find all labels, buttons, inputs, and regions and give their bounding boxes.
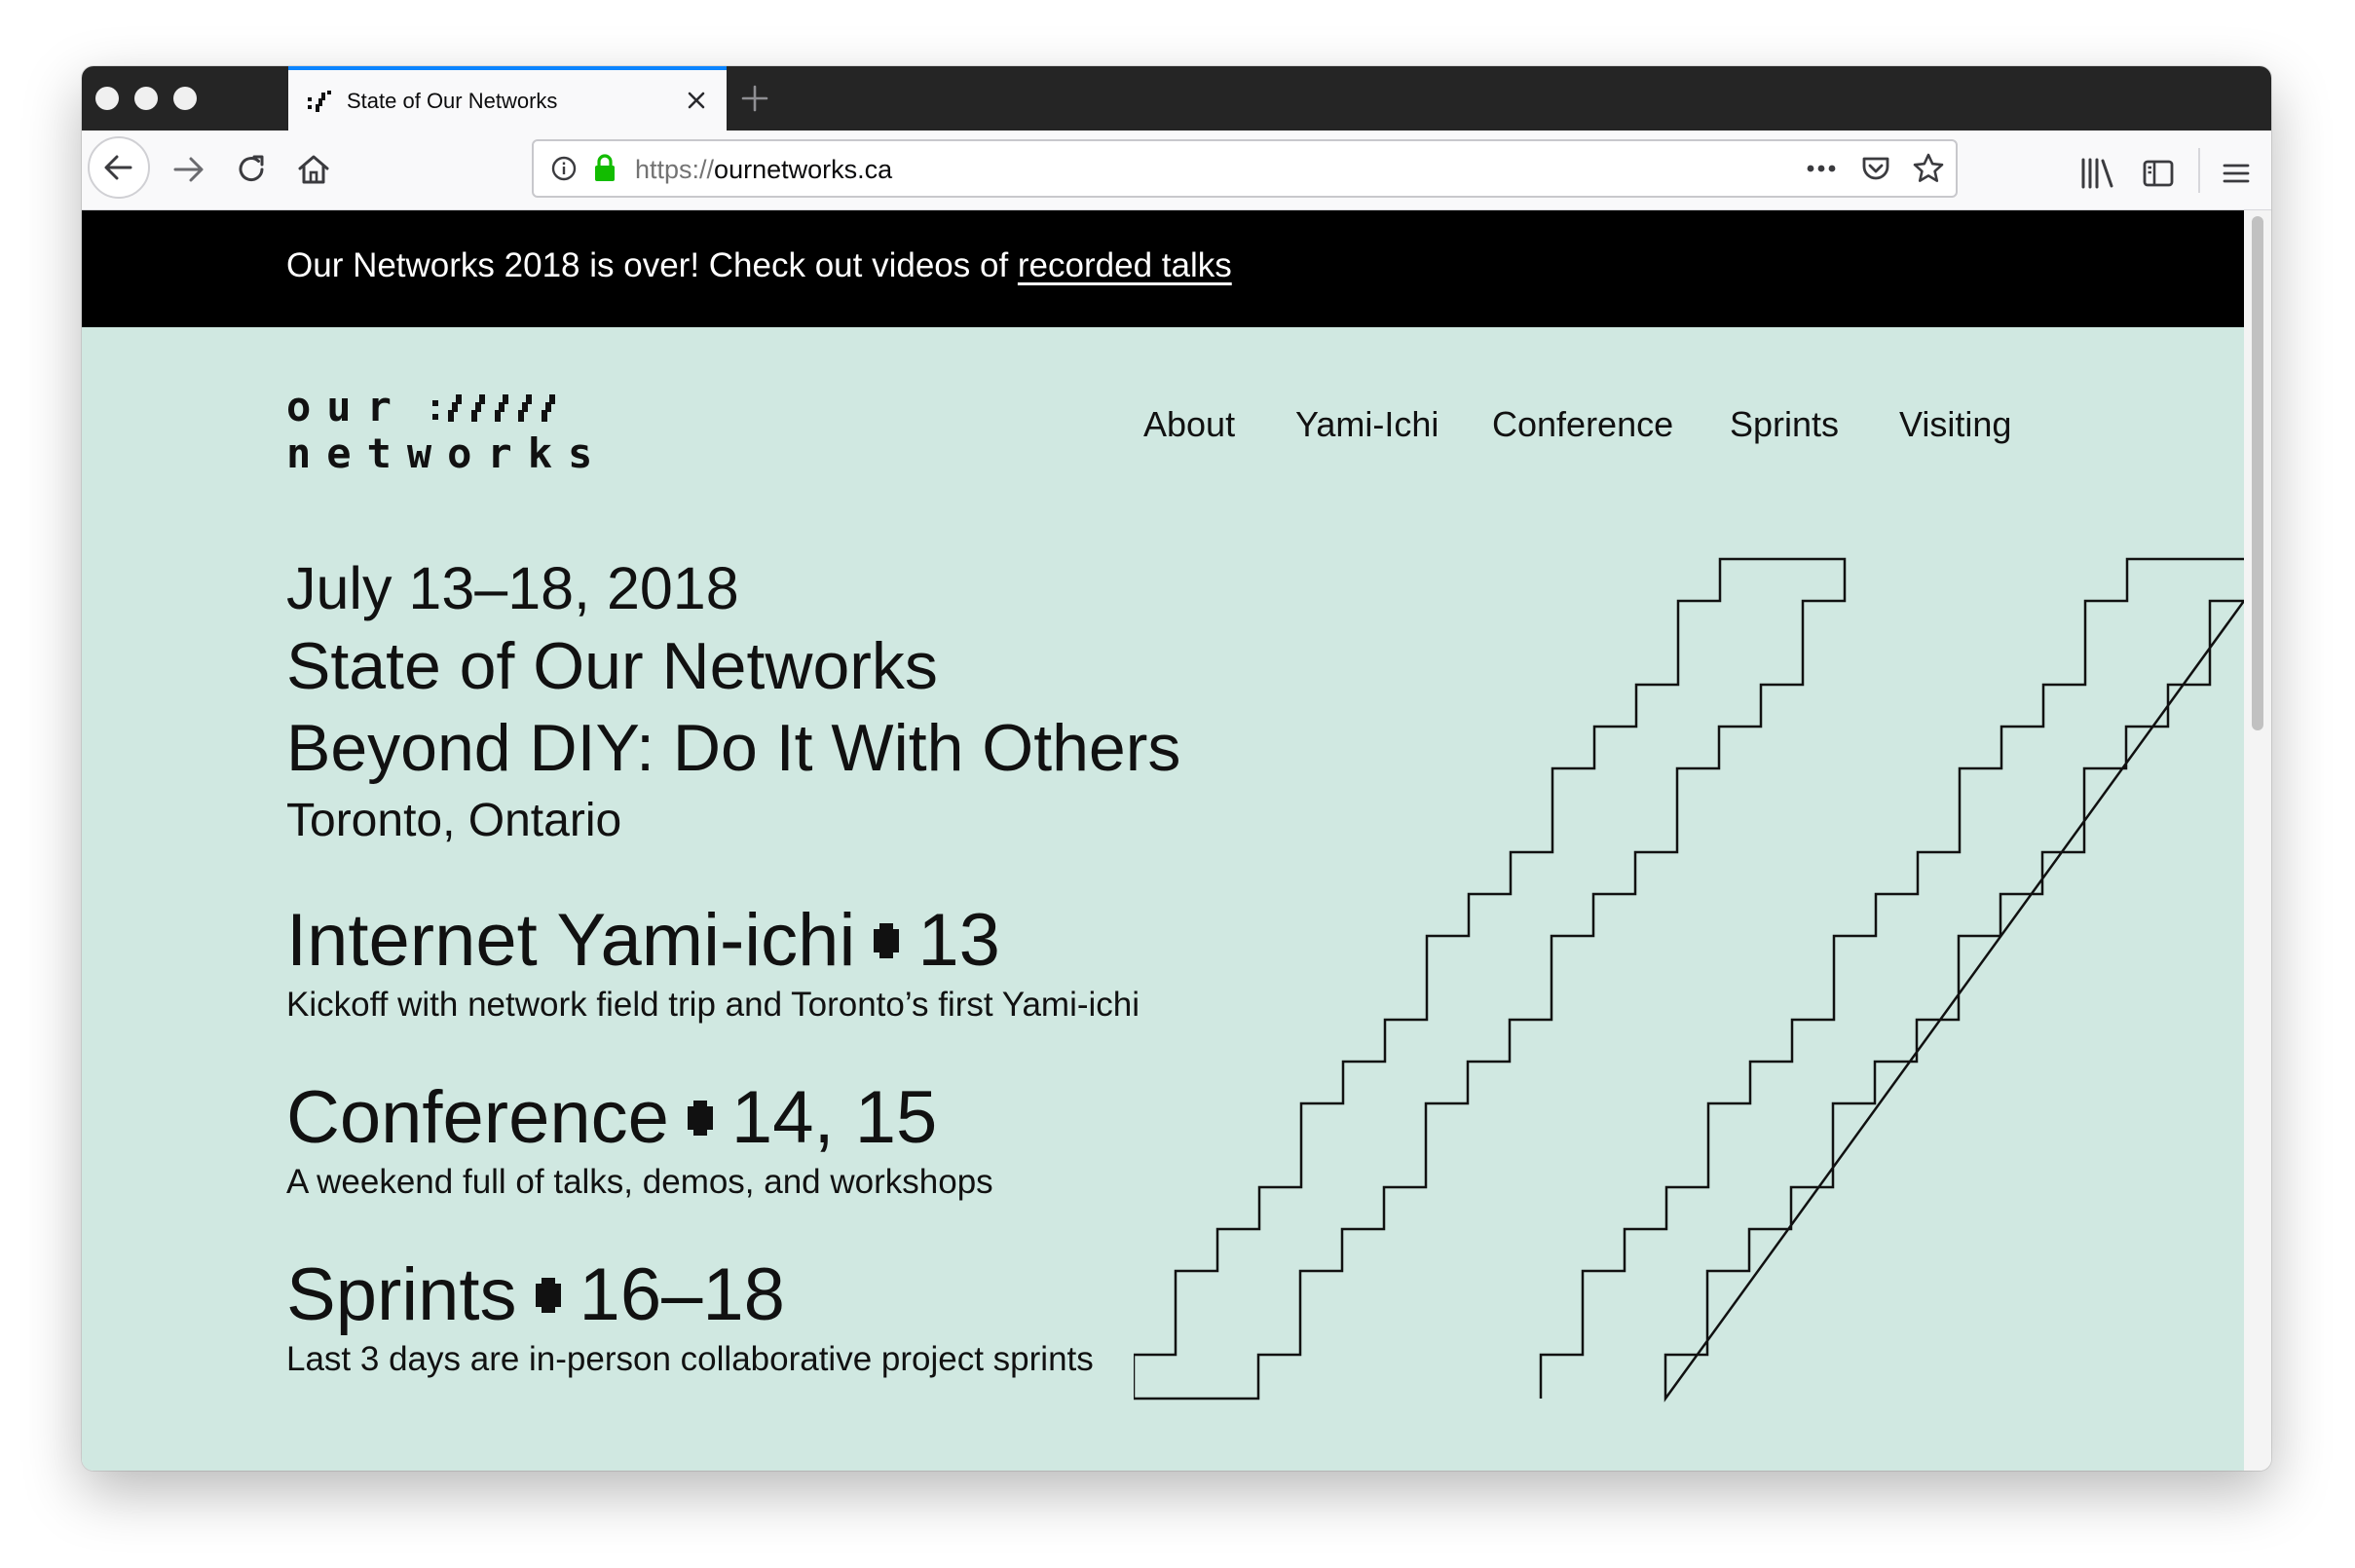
pocket-icon[interactable]: [1859, 152, 1892, 185]
event-description: A weekend full of talks, demos, and work…: [286, 1163, 993, 1201]
scrollbar[interactable]: [2244, 210, 2271, 1471]
event-description: Last 3 days are in-person collaborative …: [286, 1340, 1094, 1378]
bookmark-star-icon[interactable]: [1911, 151, 1946, 186]
event-name: Conference: [286, 1076, 669, 1159]
address-bar[interactable]: https://ournetworks.ca: [532, 139, 1958, 198]
info-icon[interactable]: [549, 154, 579, 183]
forward-button[interactable]: [166, 146, 212, 193]
event-heading: Sprints 16–18: [286, 1252, 1094, 1338]
site-logo[interactable]: our networks: [286, 383, 592, 477]
menu-icon[interactable]: [2219, 156, 2254, 191]
minimize-window-button[interactable]: [134, 87, 158, 110]
tab-strip: State of Our Networks: [82, 66, 2271, 131]
home-icon: [298, 155, 329, 184]
event-description: Kickoff with network field trip and Toro…: [286, 986, 1140, 1024]
back-icon: [104, 155, 132, 180]
maximize-window-button[interactable]: [173, 87, 197, 110]
event-name: Internet Yami-ichi: [286, 899, 856, 982]
url-host: ournetworks.ca: [714, 155, 893, 184]
close-window-button[interactable]: [95, 87, 119, 110]
event-conference: Conference 14, 15 A weekend full of talk…: [286, 1075, 993, 1204]
nav-conference[interactable]: Conference: [1492, 403, 1673, 446]
library-icon[interactable]: [2078, 156, 2117, 191]
logo-pixel-blocks-icon: [432, 394, 555, 422]
nav-about[interactable]: About: [1143, 403, 1235, 446]
pixel-dot-icon: [874, 923, 900, 958]
banner-text: Our Networks 2018 is over! Check out vid…: [286, 244, 1232, 287]
back-button[interactable]: [88, 136, 150, 199]
active-tab[interactable]: State of Our Networks: [288, 66, 727, 131]
reload-icon: [239, 155, 264, 182]
lock-icon[interactable]: [590, 152, 619, 183]
url-text[interactable]: https://ournetworks.ca: [635, 154, 892, 185]
event-dates: July 13–18, 2018: [286, 555, 739, 621]
logo-line-networks: networks: [286, 429, 609, 477]
new-tab-icon[interactable]: [738, 82, 771, 115]
nav-yami-ichi[interactable]: Yami-Ichi: [1295, 403, 1439, 446]
home-button[interactable]: [290, 146, 337, 193]
browser-window: State of Our Networks https://ournetwork…: [82, 66, 2271, 1471]
tab-title: State of Our Networks: [347, 89, 558, 113]
url-scheme: https://: [635, 155, 715, 184]
banner-message: Our Networks 2018 is over! Check out vid…: [286, 246, 1018, 284]
event-days: 16–18: [579, 1253, 785, 1336]
logo-line-our: our: [286, 383, 407, 430]
toolbar-divider: [2198, 148, 2200, 193]
pixel-dot-icon: [687, 1101, 713, 1136]
event-location: Toronto, Ontario: [286, 795, 622, 846]
event-days: 13: [917, 899, 1000, 982]
forward-icon: [173, 157, 204, 182]
event-heading: Conference 14, 15: [286, 1075, 993, 1161]
event-heading: Internet Yami-ichi 13: [286, 898, 1140, 984]
nav-sprints[interactable]: Sprints: [1730, 403, 1839, 446]
event-name: Sprints: [286, 1253, 517, 1336]
close-icon[interactable]: [682, 86, 711, 115]
page-content: Our Networks 2018 is over! Check out vid…: [82, 210, 2244, 1471]
recorded-talks-link[interactable]: recorded talks: [1018, 246, 1232, 284]
event-sprints: Sprints 16–18 Last 3 days are in-person …: [286, 1252, 1094, 1381]
nav-visiting[interactable]: Visiting: [1899, 403, 2011, 446]
pixel-dot-icon: [535, 1278, 561, 1313]
announcement-banner: Our Networks 2018 is over! Check out vid…: [82, 210, 2244, 327]
event-days: 14, 15: [730, 1076, 938, 1159]
reload-button[interactable]: [228, 146, 275, 193]
page-subtitle: Beyond DIY: Do It With Others: [286, 711, 1181, 785]
more-icon[interactable]: [1804, 154, 1839, 183]
site-favicon-icon: [308, 91, 331, 112]
event-yami-ichi: Internet Yami-ichi 13 Kickoff with netwo…: [286, 898, 1140, 1027]
scrollbar-thumb[interactable]: [2252, 216, 2263, 730]
nav-toolbar: https://ournetworks.ca: [82, 131, 2271, 210]
page-title: State of Our Networks: [286, 629, 938, 703]
staircase-graphic: [1134, 557, 2244, 1402]
sidebar-icon[interactable]: [2141, 156, 2176, 191]
